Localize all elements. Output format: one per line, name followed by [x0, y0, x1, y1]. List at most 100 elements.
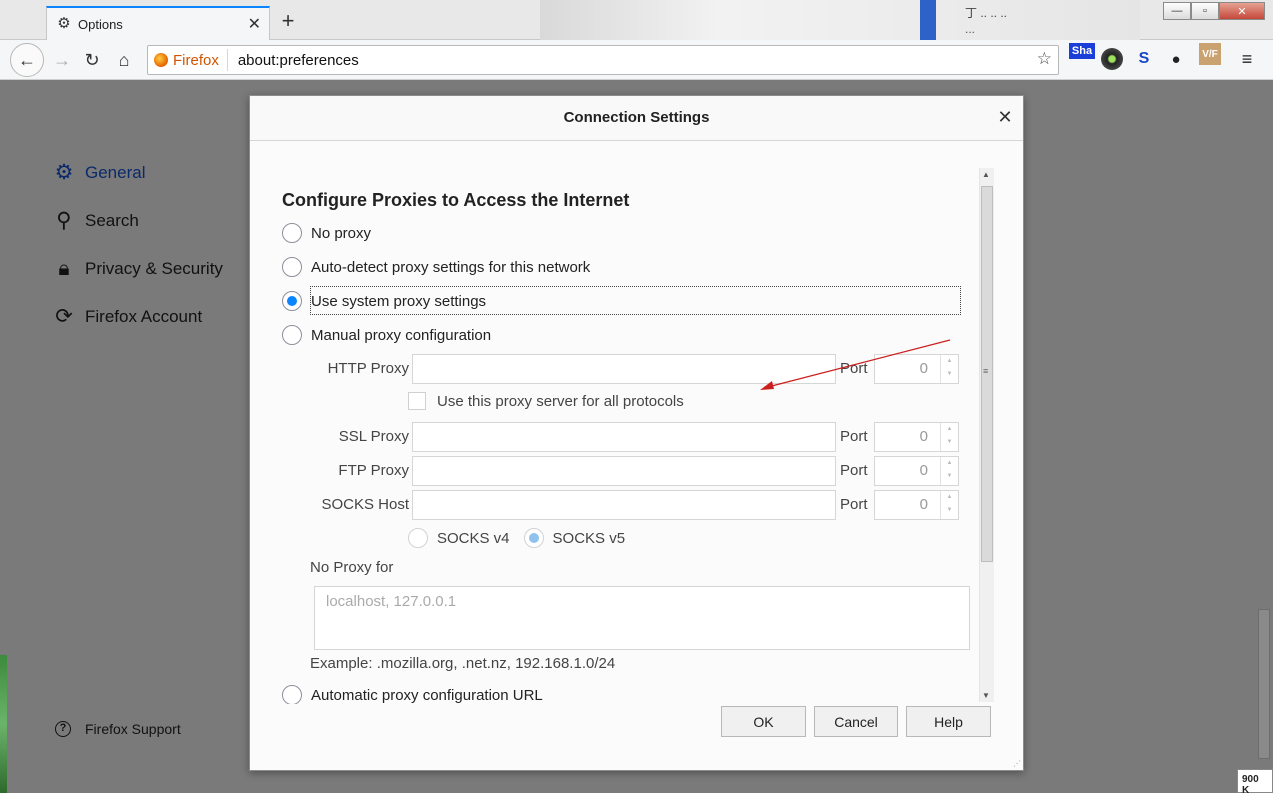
radio-auto-detect[interactable]: Auto-detect proxy settings for this netw… — [282, 257, 590, 277]
scroll-down-icon[interactable]: ▼ — [982, 691, 990, 700]
lock-icon: 🔒︎ — [58, 257, 70, 280]
socks-port-input[interactable]: 0 ▲ ▼ — [874, 490, 959, 520]
radio-socks-v5[interactable]: SOCKS v5 — [523, 528, 625, 548]
scroll-up-icon[interactable]: ▲ — [982, 170, 990, 179]
resize-grip-icon[interactable]: ⋰ — [1013, 759, 1021, 768]
sidebar-item-general[interactable]: ⚙ General — [52, 161, 146, 185]
tab-title: Options — [78, 16, 123, 32]
home-button[interactable]: ⌂ — [110, 46, 138, 74]
radio-button[interactable] — [408, 528, 428, 548]
port-value: 0 — [919, 496, 928, 513]
gear-icon: ⚙ — [54, 161, 74, 184]
extension-s-icon[interactable]: S — [1133, 48, 1155, 70]
desktop-edge — [0, 655, 7, 793]
port-label: Port — [840, 462, 868, 479]
sidebar-item-firefox-account[interactable]: ⟳ Firefox Account — [52, 305, 202, 329]
radio-manual-proxy[interactable]: Manual proxy configuration — [282, 325, 491, 345]
ftp-port-input[interactable]: 0 ▲ ▼ — [874, 456, 959, 486]
radio-button[interactable] — [282, 223, 302, 243]
radio-button-selected[interactable] — [523, 528, 544, 548]
radio-label: No proxy — [311, 224, 372, 242]
page-scrollbar[interactable] — [1256, 81, 1273, 787]
radio-socks-v4[interactable]: SOCKS v4 — [408, 528, 510, 548]
gear-icon: ⚙ — [57, 15, 71, 32]
sidebar-item-privacy[interactable]: 🔒︎ Privacy & Security — [52, 257, 223, 281]
navigation-toolbar: ← → ↻ ⌂ Firefox about:preferences ☆ Sha … — [0, 40, 1273, 80]
radio-button-selected[interactable] — [282, 291, 302, 311]
radio-system-proxy[interactable]: Use system proxy settings — [282, 291, 486, 311]
extension-vf-icon[interactable]: V/F — [1199, 43, 1221, 65]
hamburger-menu-icon[interactable]: ≡ — [1236, 48, 1258, 70]
sync-icon: ⟳ — [55, 305, 73, 328]
port-spinner[interactable]: ▲ ▼ — [940, 457, 958, 485]
window-controls: — ▫ ✕ — [1163, 2, 1265, 20]
ssl-proxy-input[interactable] — [412, 422, 836, 452]
sidebar-item-label: Privacy & Security — [85, 259, 223, 278]
ok-button[interactable]: OK — [721, 706, 806, 737]
extension-round-icon[interactable] — [1101, 48, 1123, 70]
example-text: Example: .mozilla.org, .net.nz, 192.168.… — [310, 655, 616, 672]
port-spinner[interactable]: ▲ ▼ — [940, 491, 958, 519]
maximize-button[interactable]: ▫ — [1191, 2, 1219, 20]
ssl-port-input[interactable]: 0 ▲ ▼ — [874, 422, 959, 452]
page-scrollbar-thumb[interactable] — [1258, 609, 1270, 759]
radio-button[interactable] — [282, 257, 302, 277]
port-label: Port — [840, 496, 868, 513]
socks-version-group: SOCKS v4 SOCKS v5 — [408, 528, 639, 548]
url-text[interactable]: about:preferences — [228, 52, 359, 69]
extension-sha-icon[interactable]: Sha — [1069, 43, 1095, 59]
textarea-placeholder: localhost, 127.0.0.1 — [326, 593, 457, 610]
close-window-button[interactable]: ✕ — [1219, 2, 1265, 20]
sidebar-item-label: Search — [85, 211, 139, 230]
url-bar[interactable]: Firefox about:preferences ☆ — [147, 45, 1059, 75]
checkbox-label: Use this proxy server for all protocols — [437, 392, 684, 410]
tab-options[interactable]: ⚙ Options ✕ — [46, 6, 270, 40]
desktop-blue-strip — [920, 0, 936, 40]
scrollbar-grip-icon: ≡ — [983, 366, 989, 376]
back-button[interactable]: ← — [10, 43, 44, 77]
socks-host-input[interactable] — [412, 490, 836, 520]
help-button[interactable]: Help — [906, 706, 991, 737]
reload-button[interactable]: ↻ — [78, 46, 106, 74]
back-arrow-icon: ← — [18, 49, 36, 70]
desktop-text: 丁 .. .. .. — [965, 6, 1008, 20]
radio-label: Automatic proxy configuration URL — [311, 686, 543, 704]
forward-arrow-icon: → — [53, 49, 71, 70]
close-tab-icon[interactable]: ✕ — [248, 14, 261, 34]
sidebar-item-label: Firefox Account — [85, 307, 203, 326]
port-value: 0 — [919, 462, 928, 479]
cancel-button[interactable]: Cancel — [814, 706, 898, 737]
firefox-support-link[interactable]: ? Firefox Support — [55, 721, 181, 737]
reload-icon: ↻ — [84, 49, 100, 70]
connection-settings-dialog: Connection Settings ✕ Configure Proxies … — [249, 95, 1024, 771]
radio-button[interactable] — [282, 325, 302, 345]
identity-box[interactable]: Firefox — [148, 49, 228, 71]
radio-label: Use system proxy settings — [311, 292, 487, 310]
radio-no-proxy[interactable]: No proxy — [282, 223, 371, 243]
extension-dots-icon[interactable]: ● — [1165, 48, 1187, 70]
dialog-title: Connection Settings — [563, 109, 710, 126]
status-badge: 900 K — [1237, 769, 1273, 793]
dialog-scrollbar[interactable]: ▲ ≡ ▼ — [979, 168, 994, 702]
help-icon: ? — [55, 721, 71, 737]
dialog-header: Connection Settings ✕ — [250, 96, 1023, 141]
use-for-all-checkbox[interactable]: Use this proxy server for all protocols — [408, 392, 684, 410]
forward-button[interactable]: → — [48, 46, 76, 74]
checkbox[interactable] — [408, 392, 426, 410]
ftp-proxy-label: FTP Proxy — [338, 462, 409, 479]
port-spinner[interactable]: ▲ ▼ — [940, 423, 958, 451]
close-icon[interactable]: ✕ — [995, 107, 1015, 128]
radio-auto-config-url[interactable]: Automatic proxy configuration URL — [282, 685, 543, 704]
minimize-button[interactable]: — — [1163, 2, 1191, 20]
bookmark-star-icon[interactable]: ☆ — [1037, 49, 1052, 69]
radio-button[interactable] — [282, 685, 302, 704]
home-icon: ⌂ — [118, 49, 130, 70]
dialog-content: Configure Proxies to Access the Internet… — [250, 166, 995, 704]
tab-bar: 丁 .. .. .. ... ⚙ Options ✕ + — ▫ ✕ — [0, 0, 1273, 40]
section-heading: Configure Proxies to Access the Internet — [282, 190, 630, 210]
no-proxy-textarea[interactable]: localhost, 127.0.0.1 — [314, 586, 970, 650]
ftp-proxy-input[interactable] — [412, 456, 836, 486]
sidebar-item-search[interactable]: ⚲ Search — [52, 209, 139, 233]
new-tab-button[interactable]: + — [277, 8, 299, 34]
radio-label: Auto-detect proxy settings for this netw… — [311, 258, 591, 276]
